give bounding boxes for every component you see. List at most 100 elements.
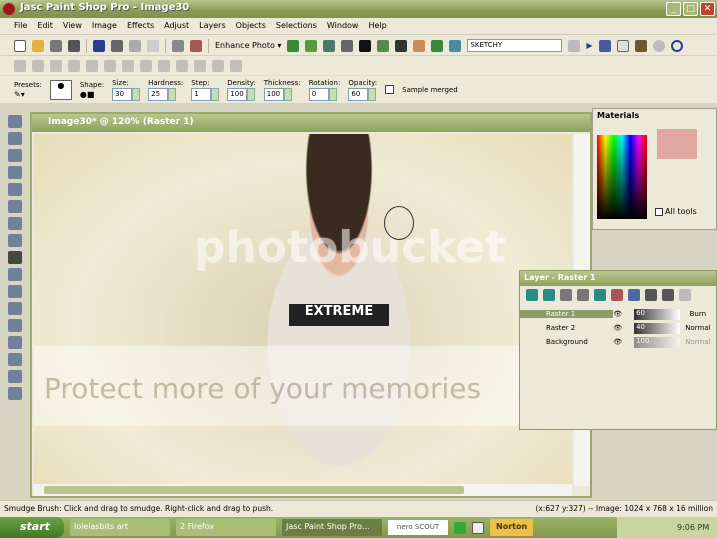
layer-icon[interactable] — [14, 59, 26, 72]
script-select[interactable]: SKETCHY — [467, 39, 563, 52]
layer-props-icon[interactable] — [662, 289, 674, 301]
layer-row[interactable]: Raster 2 👁 40 Normal — [520, 321, 716, 335]
visibility-eye-icon[interactable]: 👁 — [613, 324, 622, 332]
save-icon[interactable] — [93, 39, 105, 52]
foreground-swatch[interactable] — [657, 129, 697, 159]
sharpen-icon[interactable] — [377, 39, 390, 52]
link-icon[interactable] — [679, 289, 691, 301]
menu-view[interactable]: View — [63, 21, 82, 34]
browse-icon[interactable] — [50, 39, 62, 52]
shape-tool-icon[interactable] — [8, 353, 22, 366]
histogram-icon[interactable] — [341, 39, 354, 52]
edit-icon[interactable] — [628, 289, 640, 301]
opacity-input[interactable]: 60 — [348, 87, 369, 101]
adjustment-layer-icon[interactable] — [577, 289, 589, 301]
maximize-button[interactable]: □ — [683, 2, 698, 16]
paint-brush-tool-icon[interactable] — [8, 217, 22, 230]
undo-icon[interactable] — [129, 39, 141, 52]
enhance-photo-button[interactable]: Enhance Photo ▾ — [215, 41, 281, 50]
round-shape-icon[interactable]: ● — [80, 90, 87, 99]
density-spinner[interactable] — [247, 87, 256, 101]
new-vector-layer-icon[interactable] — [543, 289, 555, 301]
balloon-icon[interactable] — [230, 59, 242, 72]
layer-name[interactable]: Raster 1 — [520, 310, 614, 318]
all-tools-checkbox[interactable] — [655, 207, 663, 216]
contrast-icon[interactable] — [359, 39, 372, 52]
blend-mode[interactable]: Burn — [680, 310, 716, 318]
layer-name[interactable]: Background — [520, 338, 613, 346]
stack-icon[interactable] — [158, 59, 170, 72]
folder-icon[interactable] — [86, 59, 98, 72]
menu-image[interactable]: Image — [92, 21, 117, 34]
layer-opacity[interactable]: 100 — [634, 336, 680, 348]
selection-tool-icon[interactable] — [8, 132, 22, 145]
layer-row[interactable]: Raster 1 👁 60 Burn — [520, 307, 716, 321]
nero-search[interactable]: nero SCOUT — [388, 520, 448, 535]
norton-button[interactable]: Norton — [490, 519, 534, 536]
redo-icon[interactable] — [147, 39, 159, 52]
dropper-tool-icon[interactable] — [8, 200, 22, 213]
record-icon[interactable] — [634, 39, 647, 52]
menu-edit[interactable]: Edit — [37, 21, 53, 34]
layer-opacity[interactable]: 60 — [634, 308, 680, 320]
script-dialog-icon[interactable] — [616, 39, 629, 52]
task-folder[interactable]: loleiasbits art — [70, 519, 170, 536]
stamp-icon[interactable] — [68, 59, 80, 72]
red-eye-icon[interactable] — [305, 39, 318, 52]
rotation-spinner[interactable] — [328, 87, 337, 101]
go-icon[interactable] — [454, 521, 466, 534]
stop-icon[interactable] — [652, 39, 665, 52]
size-input[interactable]: 30 — [112, 87, 133, 101]
smudge-tool-icon[interactable] — [8, 251, 22, 264]
sample-merged-checkbox[interactable] — [385, 85, 395, 94]
magic-wand-tool-icon[interactable] — [8, 183, 22, 196]
app-icon[interactable] — [3, 3, 15, 15]
new-mask-icon[interactable] — [560, 289, 572, 301]
delete-layer-icon[interactable] — [645, 289, 657, 301]
pen-tool-icon[interactable] — [8, 370, 22, 383]
minimize-button[interactable]: _ — [666, 2, 681, 16]
circle-icon[interactable] — [670, 39, 683, 52]
landscape-icon[interactable] — [431, 39, 444, 52]
task-firefox[interactable]: 2 Firefox — [176, 519, 276, 536]
photo-fix-icon[interactable] — [323, 39, 336, 52]
group-icon[interactable] — [594, 289, 606, 301]
brush-preview[interactable]: ● — [49, 79, 72, 100]
fill-tool-icon[interactable] — [8, 319, 22, 332]
duplicate-icon[interactable] — [50, 59, 62, 72]
frame-icon[interactable] — [212, 59, 224, 72]
blend-mode[interactable]: Normal — [680, 338, 716, 346]
text-tool-icon[interactable] — [8, 336, 22, 349]
menu-file[interactable]: File — [14, 21, 27, 34]
scroll-thumb[interactable] — [44, 486, 464, 494]
thickness-spinner[interactable] — [283, 87, 292, 101]
opacity-spinner[interactable] — [368, 87, 377, 101]
clone-tool-icon[interactable] — [8, 234, 22, 247]
open-icon[interactable] — [32, 39, 44, 52]
menu-adjust[interactable]: Adjust — [164, 21, 189, 34]
chevron-down-icon[interactable] — [568, 39, 581, 52]
layer-name[interactable]: Raster 2 — [520, 324, 613, 332]
image-icon[interactable] — [176, 59, 188, 72]
color-spectrum[interactable] — [597, 135, 647, 219]
color-correct-icon[interactable] — [287, 39, 300, 52]
lighten-tool-icon[interactable] — [8, 268, 22, 281]
delete-icon[interactable] — [32, 59, 44, 72]
help-icon[interactable] — [472, 521, 484, 534]
edit-script-icon[interactable] — [598, 39, 611, 52]
curves-icon[interactable] — [413, 39, 426, 52]
task-paint-shop-pro[interactable]: Jasc Paint Shop Pro... — [282, 519, 382, 536]
start-button[interactable]: start — [0, 517, 64, 538]
thickness-input[interactable]: 100 — [263, 87, 284, 101]
menu-layers[interactable]: Layers — [199, 21, 225, 34]
horizontal-scrollbar[interactable] — [34, 484, 572, 496]
hardness-spinner[interactable] — [168, 87, 177, 101]
presets-dropdown[interactable]: ✎▾ — [14, 90, 42, 99]
layer-opacity[interactable]: 40 — [634, 322, 680, 334]
blend-mode[interactable]: Normal — [680, 324, 716, 332]
menu-window[interactable]: Window — [327, 21, 359, 34]
layer-row[interactable]: Background 👁 100 Normal — [520, 335, 716, 349]
eraser-tool-icon[interactable] — [8, 285, 22, 298]
menu-objects[interactable]: Objects — [236, 21, 266, 34]
run-script-icon[interactable]: ▶ — [586, 41, 592, 50]
